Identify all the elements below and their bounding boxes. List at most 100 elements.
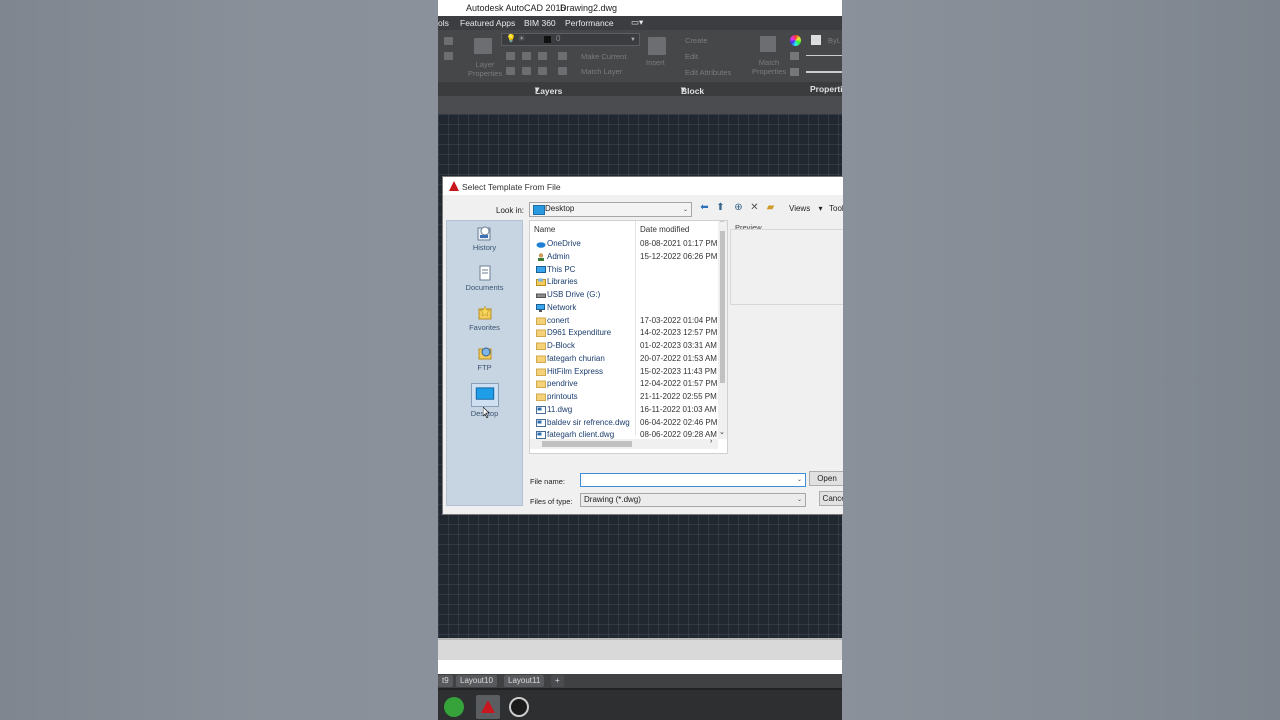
layer-tool-icon[interactable] xyxy=(558,52,567,60)
color-swatch[interactable] xyxy=(811,35,821,45)
layer-tool-icon[interactable] xyxy=(538,52,547,60)
layer-tool-icon[interactable] xyxy=(558,67,567,75)
new-folder-icon[interactable]: ▰ xyxy=(765,202,776,213)
preview-area xyxy=(730,229,843,305)
utorrent-taskbar-icon[interactable] xyxy=(444,697,464,717)
layer-dropdown[interactable]: 💡 ☀ 0 ▼ xyxy=(501,33,640,46)
command-line[interactable] xyxy=(438,660,842,674)
layers-panel-title[interactable]: Layers ▾ xyxy=(535,84,562,96)
file-date: 16-11-2022 01:03 AM xyxy=(640,404,717,414)
scroll-thumb[interactable] xyxy=(542,441,632,447)
file-row[interactable]: USB Drive (G:) xyxy=(530,289,727,301)
layer-tool-icon[interactable] xyxy=(522,67,531,75)
layout-tab[interactable]: t9 xyxy=(438,675,453,687)
layer-tool-icon[interactable] xyxy=(538,67,547,75)
ribbon-tab-tools[interactable]: ols xyxy=(438,18,449,28)
desktop-selected-frame xyxy=(470,383,499,407)
file-name: Libraries xyxy=(547,277,578,287)
file-date: 08-08-2021 01:17 PM xyxy=(640,239,718,248)
add-layout-button[interactable]: + xyxy=(551,675,564,687)
insert-block-icon[interactable] xyxy=(648,37,666,55)
horizontal-scrollbar[interactable]: › xyxy=(530,438,718,449)
place-label: FTP xyxy=(477,363,492,372)
place-documents[interactable]: Documents xyxy=(447,265,522,292)
file-name: Network xyxy=(547,302,577,312)
file-row[interactable]: pendrive 12-04-2022 01:57 PM xyxy=(530,378,727,390)
file-row[interactable]: This PC xyxy=(530,264,727,276)
file-row[interactable]: conert 17-03-2022 01:04 PM xyxy=(530,315,727,327)
file-list: Name ^ Date modified OneDrive 08-08-2021 … xyxy=(529,220,728,454)
file-row[interactable]: Libraries xyxy=(530,276,727,288)
file-row[interactable]: D961 Expenditure 14-02-2023 12:57 PM xyxy=(530,327,727,339)
ribbon-tool-icon[interactable] xyxy=(444,37,453,45)
tools-menu[interactable]: Tools xyxy=(829,204,843,213)
create-block-label[interactable]: Create xyxy=(685,36,708,45)
scroll-thumb[interactable] xyxy=(720,231,725,383)
search-web-icon[interactable]: ⊕ xyxy=(733,202,744,213)
edit-block-label[interactable]: Edit xyxy=(685,52,698,61)
file-row[interactable]: Network xyxy=(530,302,727,314)
ribbon-tab-performance[interactable]: Performance xyxy=(565,18,614,28)
chevron-down-icon: ⌄ xyxy=(682,207,688,213)
block-panel-title[interactable]: Block ▾ xyxy=(681,84,704,96)
files-of-type-dropdown[interactable]: Drawing (*.dwg) ⌄ xyxy=(580,493,806,507)
file-row[interactable]: OneDrive 08-08-2021 01:17 PM xyxy=(530,238,727,250)
file-date: 14-02-2023 12:57 PM xyxy=(640,328,718,338)
file-row[interactable]: printouts 21-11-2022 02:55 PM xyxy=(530,391,727,403)
folder-icon xyxy=(536,329,546,338)
delete-icon[interactable]: ✕ xyxy=(749,202,760,213)
linetype-line[interactable] xyxy=(806,71,842,73)
layer-tool-icon[interactable] xyxy=(506,52,515,60)
ribbon-tab-bim360[interactable]: BIM 360 xyxy=(524,18,556,28)
scroll-right-icon: › xyxy=(710,438,713,445)
properties-panel-title[interactable]: Properties xyxy=(810,84,842,94)
lineweight-line[interactable] xyxy=(806,55,842,56)
ribbon-tabs: ols Featured Apps BIM 360 Performance ▭▾ xyxy=(438,16,842,30)
up-folder-icon[interactable]: ⬆ xyxy=(715,202,726,213)
scroll-up-icon: ⌃ xyxy=(719,220,725,227)
layer-tool-icon[interactable] xyxy=(506,67,515,75)
chevron-down-icon: ⌄ xyxy=(796,497,802,503)
file-name: pendrive xyxy=(547,379,578,389)
match-layer-label[interactable]: Match Layer xyxy=(581,67,622,76)
sort-caret-icon: ^ xyxy=(580,220,584,225)
file-name-label: File name: xyxy=(530,477,566,486)
layer-tool-icon[interactable] xyxy=(522,52,531,60)
ftp-icon xyxy=(478,347,491,360)
file-row[interactable]: 11.dwg 16-11-2022 01:03 AM xyxy=(530,404,727,416)
layout-tab-layout11[interactable]: Layout11 xyxy=(504,675,545,687)
favorites-icon xyxy=(478,305,491,320)
layout-tab-layout10[interactable]: Layout10 xyxy=(456,675,497,687)
views-menu[interactable]: Views ▾ xyxy=(789,204,822,213)
make-current-label[interactable]: Make Current xyxy=(581,52,626,61)
color-wheel-icon[interactable] xyxy=(790,35,801,46)
match-properties-icon[interactable] xyxy=(760,36,776,52)
ribbon-tool-icon[interactable] xyxy=(444,52,453,60)
file-row[interactable]: baldev sir refrence.dwg 06-04-2022 02:46 … xyxy=(530,417,727,429)
layer-properties-icon[interactable] xyxy=(474,38,492,54)
recorder-taskbar-icon[interactable] xyxy=(509,697,529,717)
back-icon[interactable]: ⬅ xyxy=(699,202,710,213)
place-ftp[interactable]: FTP xyxy=(447,345,522,372)
look-in-dropdown[interactable]: Desktop ⌄ xyxy=(529,202,692,217)
column-header-name[interactable]: Name xyxy=(534,225,555,234)
place-favorites[interactable]: Favorites xyxy=(447,305,522,332)
place-history[interactable]: History xyxy=(447,225,522,252)
ribbon-options-icon[interactable]: ▭▾ xyxy=(631,17,643,28)
file-row[interactable]: HitFilm Express 15-02-2023 11:43 PM xyxy=(530,366,727,378)
column-header-date[interactable]: Date modified xyxy=(640,225,689,234)
autocad-taskbar-icon[interactable] xyxy=(476,695,500,719)
vertical-scrollbar[interactable]: ⌃ ⌄ xyxy=(718,221,727,439)
file-row[interactable]: Admin 15-12-2022 06:26 PM xyxy=(530,251,727,263)
file-name-input[interactable]: ⌄ xyxy=(580,473,806,487)
autocad-logo-icon xyxy=(481,700,495,713)
file-row[interactable]: D-Block 01-02-2023 03:31 AM xyxy=(530,340,727,352)
edit-attributes-label[interactable]: Edit Attributes xyxy=(685,68,731,77)
open-button[interactable]: Open xyxy=(809,471,843,486)
ribbon-tab-featured-apps[interactable]: Featured Apps xyxy=(460,18,515,28)
folder-icon xyxy=(536,355,546,363)
cancel-button[interactable]: Cancel xyxy=(819,491,843,506)
file-row[interactable]: fategarh churian 20-07-2022 01:53 AM xyxy=(530,353,727,365)
command-history xyxy=(438,638,842,662)
insert-label[interactable]: Insert xyxy=(646,58,665,67)
